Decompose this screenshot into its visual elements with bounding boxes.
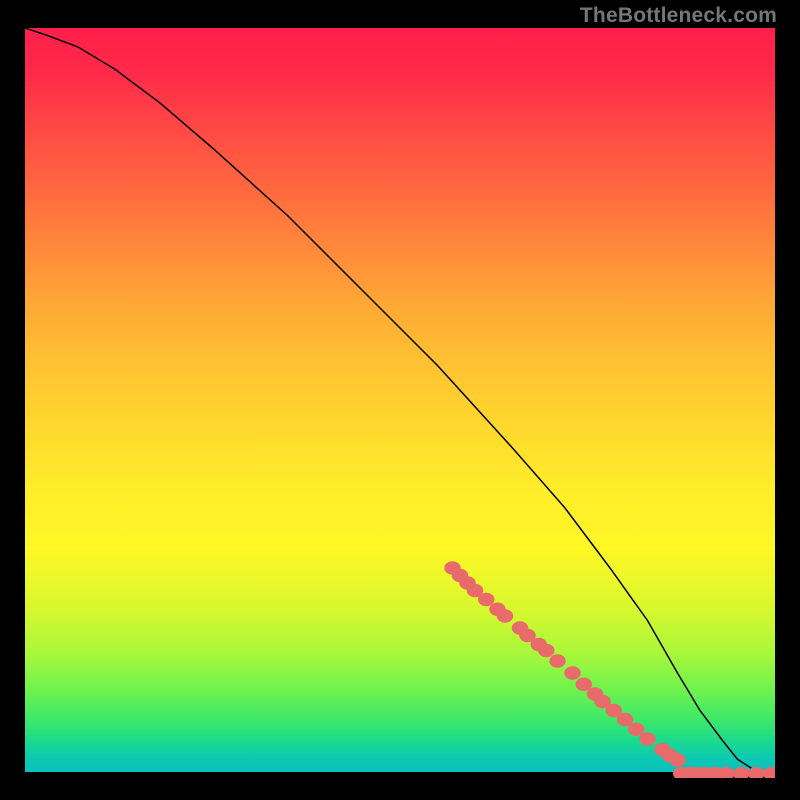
data-point (497, 609, 514, 623)
data-point (763, 767, 775, 778)
data-point (549, 654, 566, 668)
data-points (444, 561, 775, 778)
data-point (733, 767, 750, 778)
watermark-text: TheBottleneck.com (580, 4, 777, 28)
data-point (669, 753, 686, 767)
data-point (639, 732, 656, 746)
data-point (718, 767, 735, 778)
data-point (564, 666, 581, 680)
bottleneck-curve (25, 28, 775, 775)
chart-stage: TheBottleneck.com (0, 0, 800, 800)
plot-area (25, 28, 775, 772)
data-point (538, 644, 555, 658)
chart-overlay (25, 28, 775, 778)
